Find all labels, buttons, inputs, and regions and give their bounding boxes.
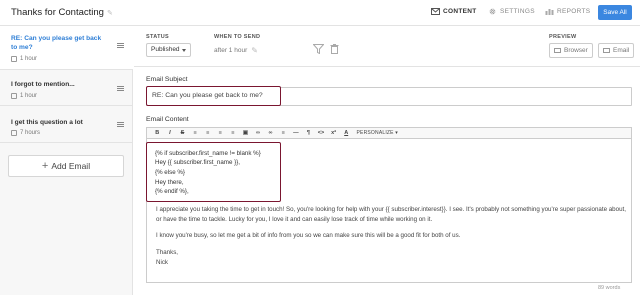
bar-chart-icon bbox=[545, 9, 554, 15]
email-delay-text: 7 hours bbox=[20, 130, 41, 136]
personalize-dropdown[interactable]: PERSONALIZE ▾ bbox=[357, 130, 399, 136]
browser-icon bbox=[554, 48, 561, 53]
bullet-list-button[interactable]: ≡ bbox=[189, 130, 202, 136]
email-sidebar: RE: Can you please get back to me? 1 hou… bbox=[0, 27, 133, 295]
save-all-button[interactable]: Save All bbox=[598, 5, 632, 20]
pencil-icon[interactable]: ✎ bbox=[107, 9, 114, 17]
email-list-item[interactable]: I get this question a lot 7 hours bbox=[0, 106, 133, 143]
editor-toolbar: B I S ≡ ≡ ≡ ≡ ▣ ∞ ∞ ≡ — ¶ <> x² A PERSON… bbox=[146, 127, 632, 139]
pencil-icon[interactable]: ✎ bbox=[251, 46, 258, 55]
bold-button[interactable]: B bbox=[151, 130, 164, 136]
when-to-send-label: WHEN TO SEND bbox=[214, 34, 261, 40]
outdent-button[interactable]: ≡ bbox=[214, 130, 227, 136]
tab-reports-label: REPORTS bbox=[557, 8, 591, 15]
body-paragraph: I know you're busy, so let me get a bit … bbox=[156, 232, 461, 239]
drag-handle-icon[interactable] bbox=[117, 122, 124, 127]
text-color-button[interactable]: A bbox=[340, 130, 353, 136]
code-line: Hey {{ subscriber.first_name }}, bbox=[155, 159, 240, 166]
status-select[interactable]: Published bbox=[146, 43, 191, 57]
clock-icon bbox=[11, 130, 17, 136]
email-list-item[interactable]: RE: Can you please get back to me? 1 hou… bbox=[0, 27, 133, 70]
sequence-title-text: Thanks for Contacting bbox=[11, 7, 104, 18]
preview-email-label: Email bbox=[613, 47, 630, 54]
superscript-button[interactable]: x² bbox=[327, 130, 340, 136]
drag-handle-icon[interactable] bbox=[117, 86, 124, 91]
sequence-title[interactable]: Thanks for Contacting ✎ bbox=[11, 7, 114, 18]
envelope-icon bbox=[603, 48, 610, 53]
email-subject: RE: Can you please get back to me? bbox=[11, 35, 102, 51]
preview-label: PREVIEW bbox=[549, 34, 577, 40]
add-email-button[interactable]: + Add Email bbox=[8, 155, 124, 177]
signature: Nick bbox=[156, 259, 169, 266]
numbered-list-button[interactable]: ≡ bbox=[201, 130, 214, 136]
preview-browser-label: Browser bbox=[564, 47, 588, 54]
status-label: STATUS bbox=[146, 34, 169, 40]
preview-email-button[interactable]: Email bbox=[598, 43, 635, 58]
code-line: {% else %} bbox=[155, 169, 185, 176]
tab-content[interactable]: CONTENT bbox=[431, 8, 477, 15]
code-line: {% if subscriber.first_name != blank %} bbox=[155, 150, 261, 157]
plus-icon: + bbox=[41, 160, 49, 172]
tab-settings-label: SETTINGS bbox=[500, 8, 535, 15]
strikethrough-button[interactable]: S bbox=[176, 130, 189, 136]
code-line: Hey there, bbox=[155, 179, 184, 186]
filter-icon[interactable] bbox=[313, 44, 324, 54]
status-value: Published bbox=[151, 46, 180, 53]
trash-icon[interactable] bbox=[330, 44, 339, 54]
email-delay: 7 hours bbox=[11, 130, 40, 136]
personalize-label: PERSONALIZE bbox=[356, 130, 394, 136]
email-subject-input[interactable]: RE: Can you please get back to me? bbox=[146, 86, 281, 106]
italic-button[interactable]: I bbox=[164, 130, 177, 136]
drag-handle-icon[interactable] bbox=[117, 43, 124, 48]
horizontal-rule-button[interactable]: — bbox=[290, 130, 303, 136]
code-button[interactable]: <> bbox=[315, 130, 328, 136]
align-button[interactable]: ≡ bbox=[277, 130, 290, 136]
email-delay-text: 1 hour bbox=[20, 93, 38, 99]
clock-icon bbox=[11, 93, 17, 99]
sign-off: Thanks, bbox=[156, 249, 179, 256]
when-to-send-text: after 1 hour bbox=[214, 47, 248, 54]
preview-browser-button[interactable]: Browser bbox=[549, 43, 593, 58]
email-subject: I forgot to mention... bbox=[11, 81, 75, 88]
tab-settings[interactable]: SETTINGS bbox=[488, 8, 535, 15]
link-button[interactable]: ∞ bbox=[252, 130, 265, 136]
envelope-icon bbox=[431, 8, 440, 15]
unlink-button[interactable]: ∞ bbox=[264, 130, 277, 136]
email-list-item[interactable]: I forgot to mention... 1 hour bbox=[0, 70, 133, 106]
email-delay-text: 1 hour bbox=[20, 56, 38, 62]
code-line: {% endif %}, bbox=[155, 188, 189, 195]
tab-content-label: CONTENT bbox=[443, 8, 477, 15]
when-to-send-value[interactable]: after 1 hour ✎ bbox=[214, 46, 258, 55]
email-delay: 1 hour bbox=[11, 56, 37, 62]
email-subject-label: Email Subject bbox=[146, 76, 188, 83]
email-subject: I get this question a lot bbox=[11, 119, 83, 126]
add-email-label: Add Email bbox=[51, 161, 91, 171]
top-bar: Thanks for Contacting ✎ CONTENT SETTINGS … bbox=[0, 0, 640, 26]
paragraph-button[interactable]: ¶ bbox=[302, 130, 315, 136]
body-paragraph: I appreciate you taking the time to get … bbox=[156, 206, 626, 223]
word-count: 89 words bbox=[598, 285, 621, 291]
caret-down-icon bbox=[182, 49, 186, 52]
clock-icon bbox=[11, 56, 17, 62]
gear-icon bbox=[489, 8, 496, 15]
indent-button[interactable]: ≡ bbox=[227, 130, 240, 136]
tab-reports[interactable]: REPORTS bbox=[545, 8, 590, 15]
email-delay: 1 hour bbox=[11, 93, 37, 99]
image-button[interactable]: ▣ bbox=[239, 130, 252, 136]
divider bbox=[134, 66, 640, 67]
email-content-label: Email Content bbox=[146, 116, 189, 123]
